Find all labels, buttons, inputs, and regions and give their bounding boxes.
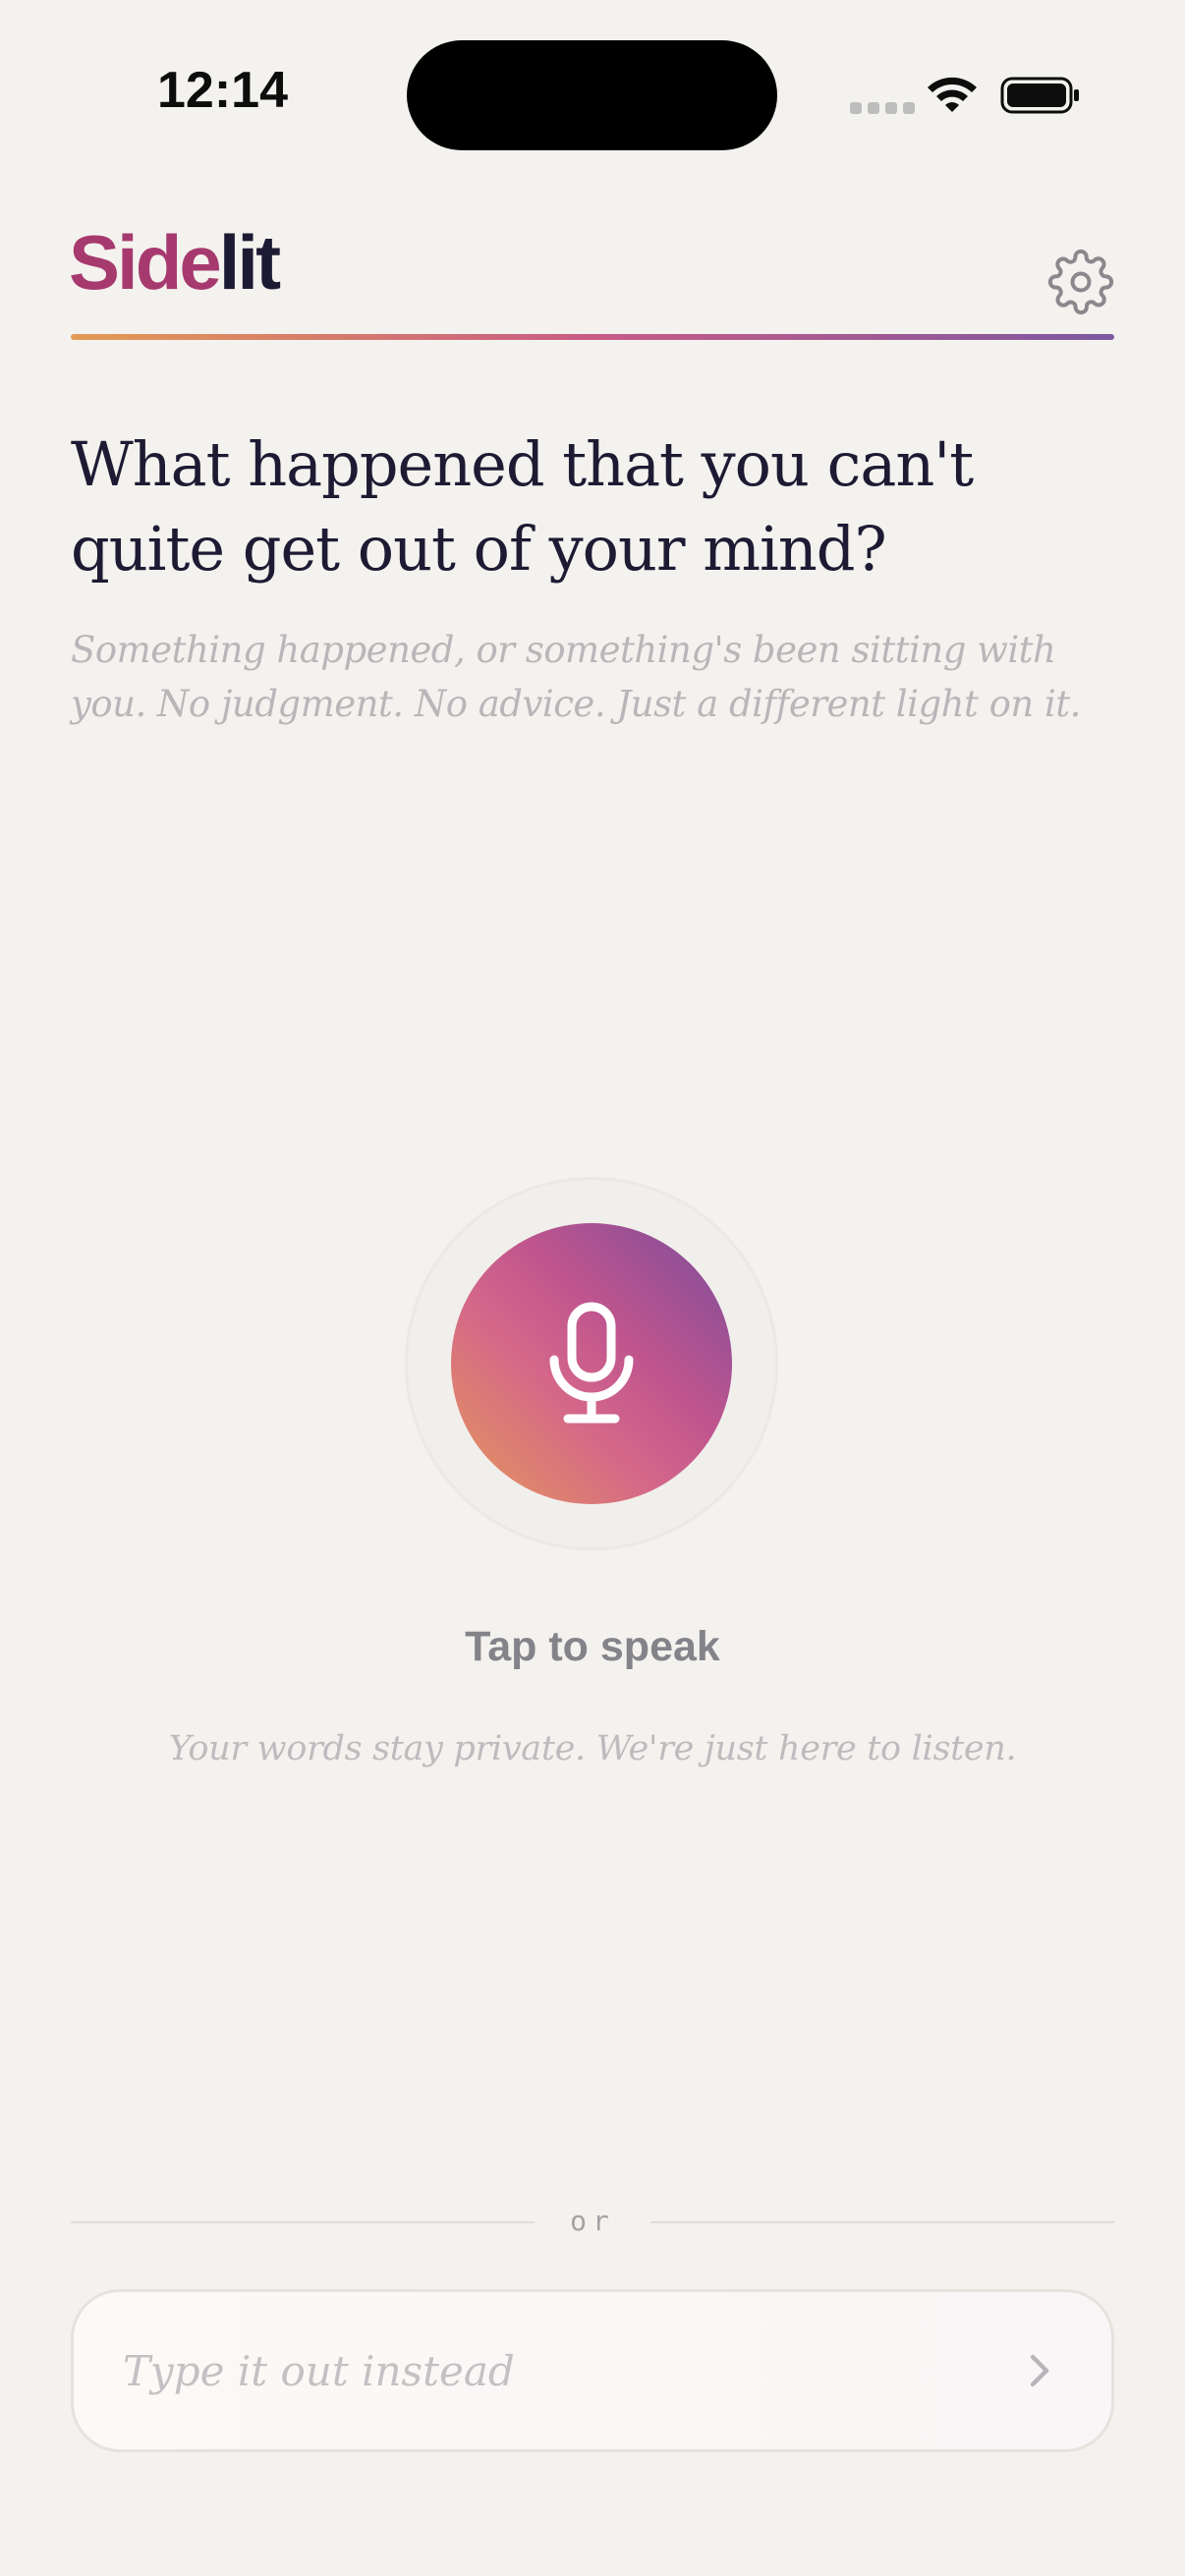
record-voice-button[interactable]: [451, 1223, 732, 1504]
status-time: 12:14: [157, 62, 288, 119]
privacy-note: Your words stay private. We're just here…: [168, 1729, 1017, 1768]
microphone-icon: [549, 1302, 634, 1424]
prompt-heading: What happened that you can't quite get o…: [71, 428, 974, 585]
tap-to-speak-label: Tap to speak: [465, 1623, 720, 1670]
divider-line-left: [71, 2221, 535, 2223]
battery-icon: [1000, 77, 1079, 114]
gear-icon[interactable]: [1047, 249, 1114, 315]
header-gradient-rule: [71, 334, 1114, 340]
divider-line-right: [650, 2221, 1114, 2223]
logo-part-lit: lit: [218, 219, 281, 306]
type-it-out-input[interactable]: [123, 2292, 988, 2449]
cellular-signal-icon: [850, 102, 915, 114]
wifi-icon: [928, 77, 977, 112]
chevron-right-icon[interactable]: [1015, 2347, 1062, 2394]
logo-part-side: Side: [69, 219, 222, 306]
prompt-subtext: Something happened, or something's been …: [71, 629, 1081, 725]
app-logo: Sidelit: [69, 224, 281, 301]
dynamic-island: [407, 40, 777, 150]
divider-or-text: or: [570, 2205, 615, 2237]
text-entry-box[interactable]: [71, 2289, 1114, 2452]
